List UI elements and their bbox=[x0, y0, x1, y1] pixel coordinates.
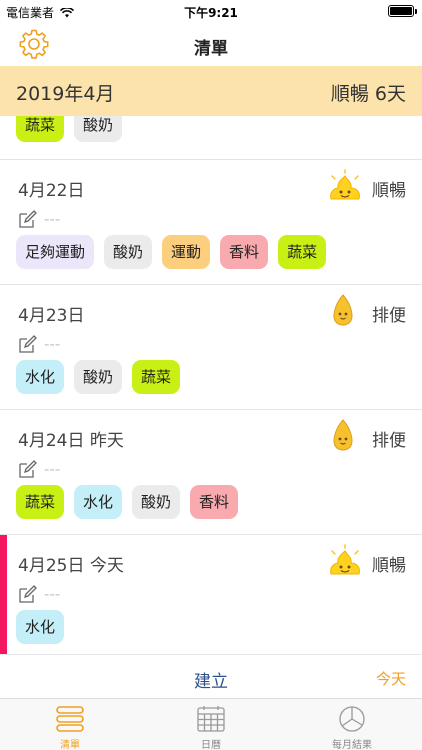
action-bar: 建立 今天 bbox=[0, 654, 422, 698]
tag-list: 水化 酸奶 蔬菜 bbox=[16, 360, 190, 394]
entry-note[interactable]: --- bbox=[18, 209, 60, 229]
entry-date: 4月22日 bbox=[18, 181, 85, 201]
tag-chip: 酸奶 bbox=[74, 116, 123, 142]
tag-chip: 酸奶 bbox=[132, 485, 181, 519]
tag-chip: 足夠運動 bbox=[16, 235, 95, 269]
entry-note-text: --- bbox=[44, 460, 61, 478]
tag-chip: 水化 bbox=[16, 610, 65, 644]
entry-note-text: --- bbox=[44, 335, 61, 353]
battery-icon bbox=[388, 5, 417, 17]
tag-chip: 香料 bbox=[190, 485, 239, 519]
tab-list[interactable]: 清單 bbox=[0, 699, 140, 750]
tag-chip: 運動 bbox=[162, 235, 211, 269]
tag-chip: 水化 bbox=[74, 485, 123, 519]
edit-icon bbox=[19, 335, 37, 353]
tab-calendar[interactable]: 日曆 bbox=[141, 699, 281, 750]
tag-chip: 蔬菜 bbox=[16, 116, 65, 142]
entries-list[interactable]: 蔬菜 酸奶 4月22日 順暢 --- 足夠運動 酸奶 運動 香料 蔬菜 4月23日 bbox=[0, 116, 422, 654]
entry-date: 4月23日 bbox=[18, 306, 85, 326]
list-item[interactable]: 4月22日 順暢 --- 足夠運動 酸奶 運動 香料 蔬菜 bbox=[0, 160, 422, 285]
tab-label: 每月結果 bbox=[332, 740, 372, 750]
entry-note-text: --- bbox=[44, 210, 61, 228]
tag-list: 足夠運動 酸奶 運動 香料 蔬菜 bbox=[16, 235, 336, 269]
status-bar: 電信業者 下午9:21 bbox=[0, 0, 422, 22]
tag-list: 水化 bbox=[16, 610, 74, 644]
calendar-icon bbox=[197, 706, 225, 732]
entry-status: 排便 bbox=[372, 431, 406, 451]
edit-icon bbox=[19, 585, 37, 603]
bean-icon bbox=[333, 419, 353, 451]
tag-chip: 酸奶 bbox=[104, 235, 153, 269]
nav-bar: 清單 bbox=[0, 22, 422, 66]
entry-status: 順暢 bbox=[372, 556, 406, 576]
create-button[interactable]: 建立 bbox=[0, 667, 422, 692]
entry-date: 4月24日 昨天 bbox=[18, 431, 124, 451]
tag-list: 蔬菜 水化 酸奶 香料 bbox=[16, 485, 248, 519]
tag-chip: 水化 bbox=[16, 360, 65, 394]
list-item[interactable]: 4月23日 排便 --- 水化 酸奶 蔬菜 bbox=[0, 285, 422, 410]
tag-chip: 蔬菜 bbox=[16, 485, 65, 519]
tag-list: 蔬菜 酸奶 bbox=[16, 116, 132, 142]
entry-note[interactable]: --- bbox=[18, 584, 60, 604]
tab-bar: 清單 日曆 每月結果 bbox=[0, 698, 422, 750]
month-header: 2019年4月 順暢 6天 bbox=[0, 66, 422, 116]
tab-monthly-results[interactable]: 每月結果 bbox=[282, 699, 422, 750]
entry-note[interactable]: --- bbox=[18, 334, 60, 354]
tag-chip: 蔬菜 bbox=[132, 360, 181, 394]
tag-chip: 香料 bbox=[220, 235, 269, 269]
smiling-poop-icon bbox=[330, 169, 360, 200]
list-item-partial[interactable]: 蔬菜 酸奶 bbox=[0, 116, 422, 160]
entry-note[interactable]: --- bbox=[18, 459, 60, 479]
tab-label: 日曆 bbox=[201, 740, 221, 750]
entry-status: 排便 bbox=[372, 306, 406, 326]
list-item[interactable]: 4月24日 昨天 排便 --- 蔬菜 水化 酸奶 香料 bbox=[0, 410, 422, 535]
status-time: 下午9:21 bbox=[184, 6, 238, 20]
tab-label: 清單 bbox=[60, 740, 80, 750]
month-summary: 順暢 6天 bbox=[330, 83, 406, 105]
tag-chip: 蔬菜 bbox=[278, 235, 327, 269]
page-title: 清單 bbox=[194, 39, 228, 59]
smiling-poop-icon bbox=[330, 544, 360, 575]
list-icon bbox=[56, 706, 84, 732]
edit-icon bbox=[19, 210, 37, 228]
edit-icon bbox=[19, 460, 37, 478]
month-label: 2019年4月 bbox=[16, 83, 115, 105]
entry-note-text: --- bbox=[44, 585, 61, 603]
bean-icon bbox=[333, 294, 353, 326]
entry-date: 4月25日 今天 bbox=[18, 556, 124, 576]
tag-chip: 酸奶 bbox=[74, 360, 123, 394]
today-button[interactable]: 今天 bbox=[376, 668, 406, 689]
list-item-today[interactable]: 4月25日 今天 順暢 --- 水化 bbox=[0, 535, 422, 654]
pie-chart-icon bbox=[339, 706, 365, 732]
entry-status: 順暢 bbox=[372, 181, 406, 201]
